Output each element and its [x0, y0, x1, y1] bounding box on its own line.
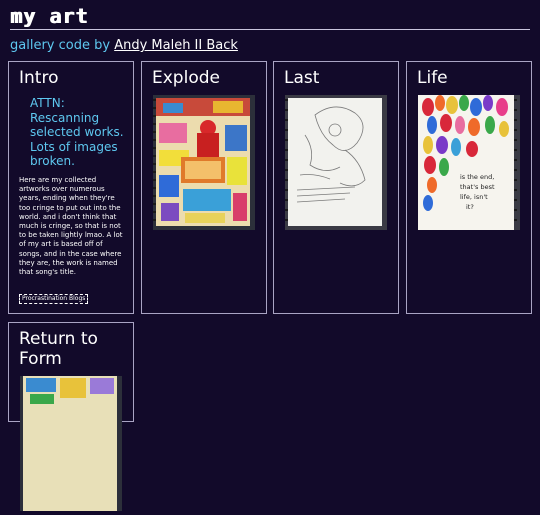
author-link[interactable]: Andy Maleh II Back: [114, 38, 238, 53]
artwork-card-explode[interactable]: Explode: [141, 61, 267, 314]
svg-text:it?: it?: [466, 203, 474, 211]
intro-card: Intro ATTN: Rescanning selected works. L…: [8, 61, 134, 314]
artwork-thumbnail[interactable]: [285, 95, 387, 230]
intro-description: Here are my collected artworks over nume…: [19, 176, 123, 277]
header-divider: [10, 29, 530, 30]
procrastination-blogs-button[interactable]: Procrastination Blogs: [19, 294, 89, 304]
svg-text:life, isn't: life, isn't: [460, 193, 488, 201]
artwork-thumbnail[interactable]: [20, 376, 122, 511]
card-title: Intro: [19, 68, 59, 88]
card-title: Life: [417, 68, 448, 88]
artwork-card-life[interactable]: Life is the end, that's best life, isn't…: [406, 61, 532, 314]
credit-prefix: gallery code by: [10, 38, 111, 53]
gallery-credit: gallery code by Andy Maleh II Back: [10, 38, 238, 53]
artwork-thumbnail[interactable]: is the end, that's best life, isn't it?: [418, 95, 520, 230]
card-title: Explode: [152, 68, 220, 88]
intro-notice: ATTN: Rescanning selected works. Lots of…: [30, 96, 124, 168]
card-title: Last: [284, 68, 320, 88]
artwork-thumbnail[interactable]: [153, 95, 255, 230]
artwork-card-return-to-form[interactable]: Return to Form: [8, 322, 134, 511]
svg-text:that's best: that's best: [460, 183, 495, 191]
svg-text:is the end,: is the end,: [460, 173, 494, 181]
artwork-card-last[interactable]: Last: [273, 61, 399, 314]
site-logo[interactable]: my art: [10, 6, 88, 26]
card-title: Return to Form: [19, 329, 98, 369]
